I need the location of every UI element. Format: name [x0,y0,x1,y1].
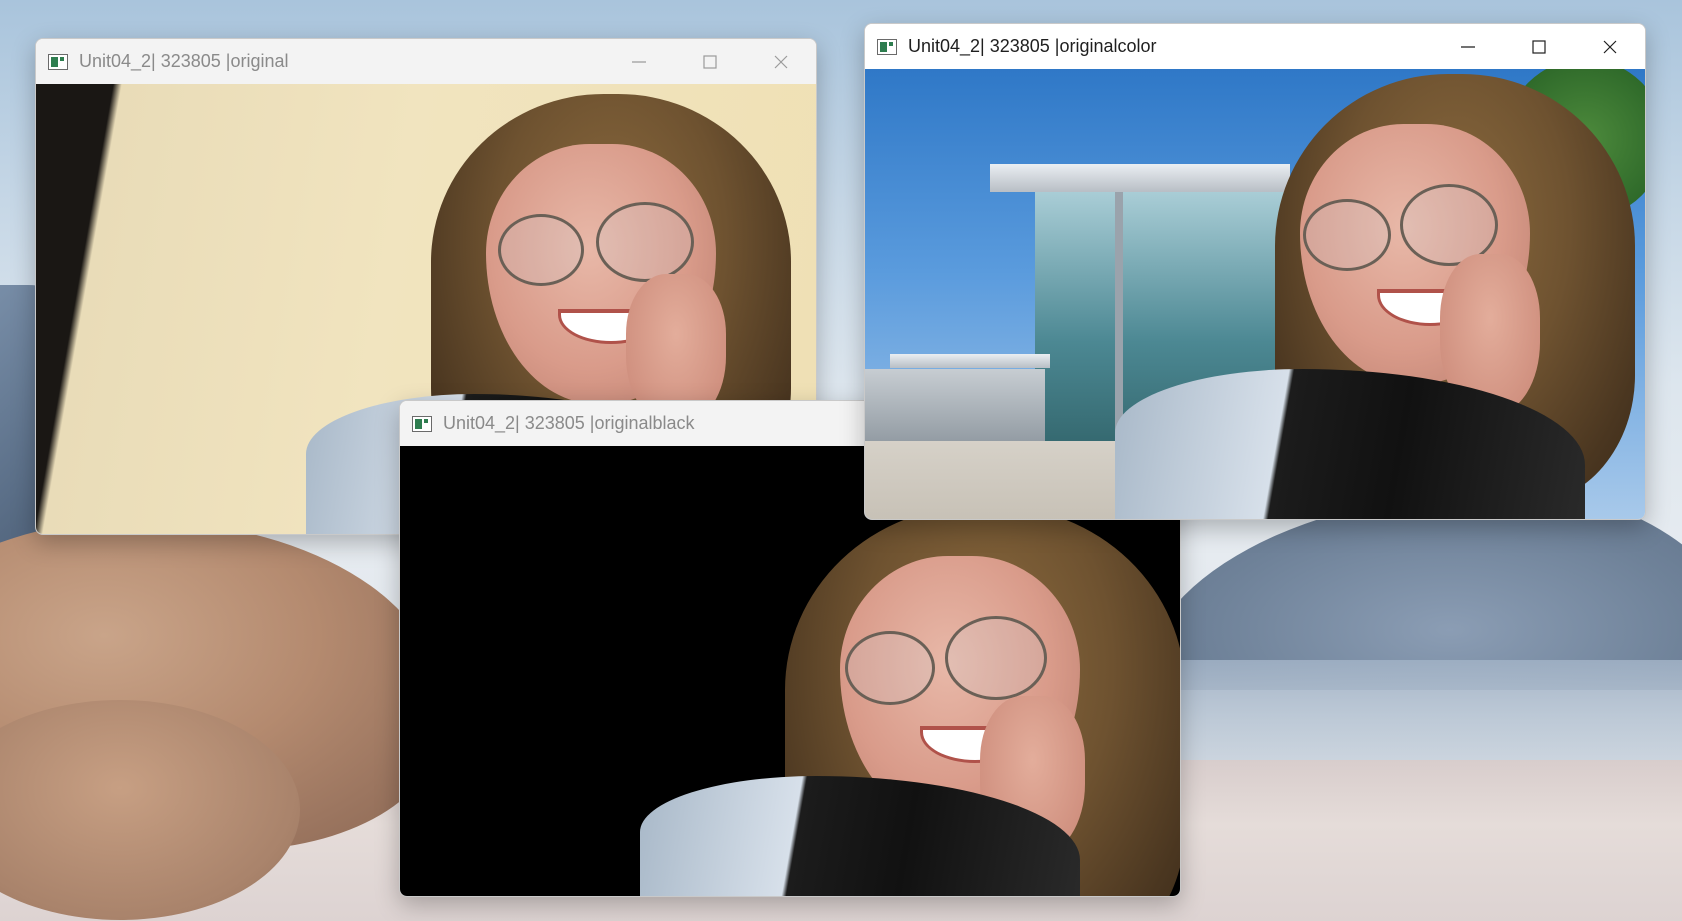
titlebar[interactable]: Unit04_2| 323805 |originalcolor [865,24,1645,69]
window-controls [1432,24,1645,69]
window-originalcolor[interactable]: Unit04_2| 323805 |originalcolor [864,23,1646,520]
maximize-icon [702,54,717,69]
app-icon [412,415,432,432]
building-lower-wing [865,369,1045,449]
window-title: Unit04_2| 323805 |original [79,51,289,71]
glasses-left [1303,199,1391,271]
minimize-icon [631,60,646,63]
close-icon [774,55,787,68]
glasses-left [845,631,935,705]
building-roof [990,164,1290,192]
maximize-button[interactable] [1503,24,1574,69]
titlebar[interactable]: Unit04_2| 323805 |original [36,39,816,84]
glasses-right [945,616,1047,700]
webcam-image-originalcolor [865,69,1645,519]
minimize-button[interactable] [603,39,674,84]
glasses-right [596,202,694,282]
close-button[interactable] [745,39,816,84]
glasses-left [498,214,584,286]
app-icon [48,53,68,70]
maximize-button[interactable] [674,39,745,84]
maximize-icon [1531,39,1546,54]
window-title: Unit04_2| 323805 |originalcolor [908,36,1157,56]
minimize-icon [1460,45,1475,48]
close-button[interactable] [1574,24,1645,69]
close-icon [1603,40,1616,53]
window-title: Unit04_2| 323805 |originalblack [443,413,695,433]
minimize-button[interactable] [1432,24,1503,69]
window-controls [603,39,816,84]
building-roof [890,354,1050,368]
app-icon [877,38,897,55]
